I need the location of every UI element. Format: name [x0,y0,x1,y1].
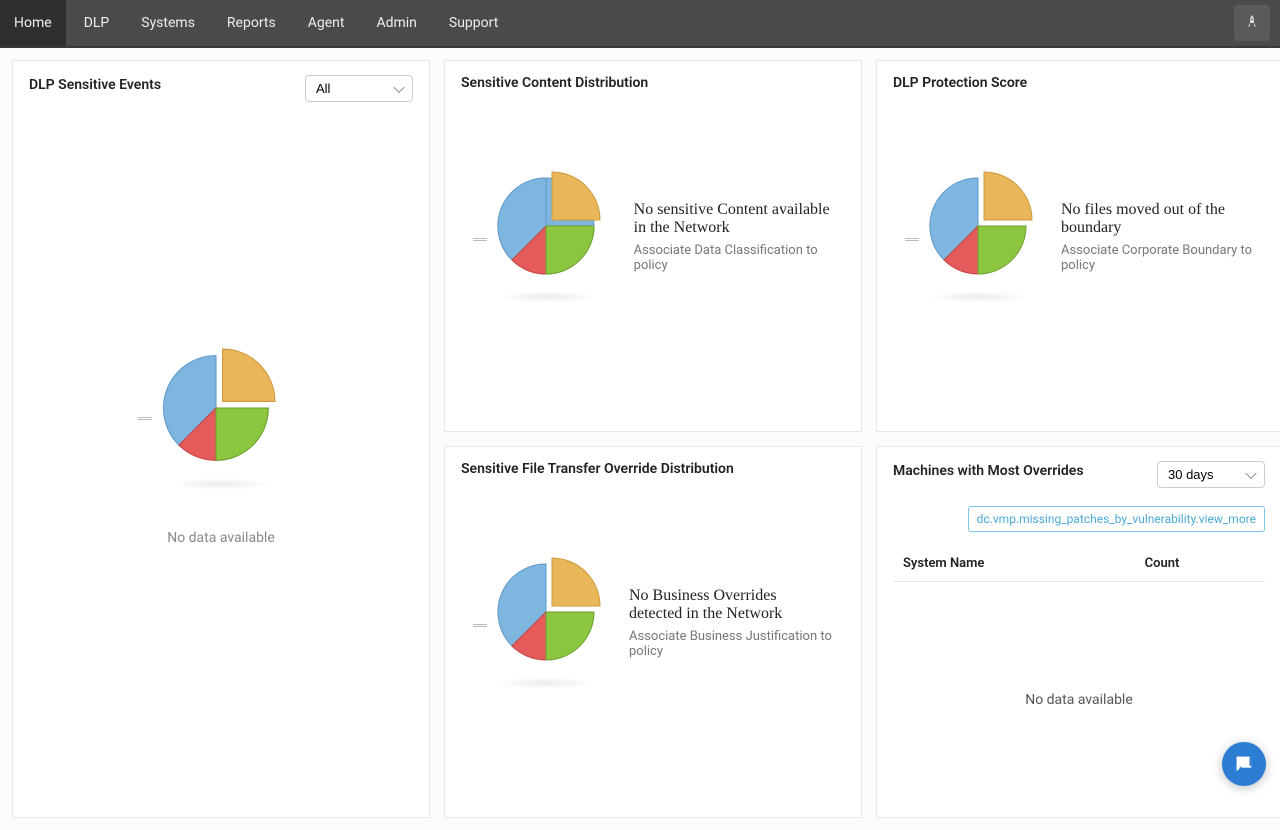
pie-chart-icon [156,348,286,490]
overrides-table: System Name Count [893,546,1265,582]
pie-chart-icon [923,171,1033,303]
empty-subline: Associate Business Justification to poli… [629,629,845,659]
events-filter-dropdown[interactable]: All [305,75,413,102]
rocket-icon [1244,14,1260,32]
chat-fab[interactable] [1222,742,1266,786]
pie-chart-icon [491,557,601,689]
col-system-name: System Name [893,546,1135,582]
view-more-link[interactable]: dc.vmp.missing_patches_by_vulnerability.… [968,506,1265,532]
card-title: DLP Protection Score [893,75,1265,91]
card-sensitive-events: DLP Sensitive Events All [12,60,430,818]
card-file-transfer-override: Sensitive File Transfer Override Distrib… [444,446,862,818]
nav-home[interactable]: Home [0,0,66,46]
card-title: DLP Sensitive Events [29,77,161,93]
empty-subline: Associate Data Classification to policy [634,243,845,273]
empty-headline: No Business Overrides detected in the Ne… [629,587,829,623]
nav-reports[interactable]: Reports [213,0,290,46]
overrides-range-dropdown[interactable]: 30 days [1157,461,1265,488]
chat-icon [1233,753,1255,775]
card-protection-score: DLP Protection Score No file [876,60,1280,432]
launch-icon[interactable] [1234,5,1270,41]
no-data-text: No data available [167,530,275,546]
nav-dlp[interactable]: DLP [70,0,124,46]
nav-systems[interactable]: Systems [127,0,209,46]
empty-subline: Associate Corporate Boundary to policy [1061,243,1265,273]
nav-agent[interactable]: Agent [294,0,359,46]
nav-support[interactable]: Support [435,0,512,46]
top-nav: Home DLP Systems Reports Agent Admin Sup… [0,0,1280,48]
no-data-text: No data available [893,582,1265,708]
empty-headline: No sensitive Content available in the Ne… [634,201,834,237]
card-sensitive-content: Sensitive Content Distribution [444,60,862,432]
col-count: Count [1135,546,1265,582]
pie-chart-icon [491,171,606,303]
card-title: Sensitive Content Distribution [461,75,845,91]
nav-admin[interactable]: Admin [362,0,430,46]
dashboard-grid: Sensitive Content Distribution [0,48,1280,830]
card-machines-overrides: Machines with Most Overrides 30 days dc.… [876,446,1280,818]
card-title: Sensitive File Transfer Override Distrib… [461,461,845,477]
empty-headline: No files moved out of the boundary [1061,201,1261,237]
card-title: Machines with Most Overrides [893,463,1084,479]
